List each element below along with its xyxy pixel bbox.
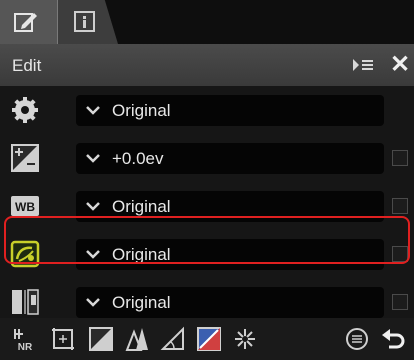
info-icon bbox=[74, 11, 95, 32]
undo-icon[interactable] bbox=[380, 326, 406, 352]
tab-info[interactable] bbox=[58, 0, 118, 44]
chevron-down-icon bbox=[86, 202, 100, 211]
close-icon[interactable]: ✕ bbox=[390, 53, 410, 77]
tone-dropdown[interactable]: Original bbox=[76, 287, 384, 318]
tab-edit[interactable] bbox=[0, 0, 58, 44]
settings-dropdown[interactable]: Original bbox=[76, 95, 384, 126]
edit-pencil-icon bbox=[14, 13, 37, 32]
expand-menu-icon[interactable] bbox=[352, 57, 374, 73]
panel-title: Edit bbox=[12, 56, 42, 75]
crop-icon[interactable] bbox=[50, 326, 76, 352]
row-settings: Original bbox=[0, 86, 414, 134]
color-booster-icon[interactable] bbox=[196, 326, 222, 352]
exposure-value: +0.0ev bbox=[112, 149, 164, 168]
settings-value: Original bbox=[112, 101, 171, 120]
straighten-icon[interactable] bbox=[160, 326, 186, 352]
tab-strip bbox=[0, 0, 414, 44]
highlight-frame bbox=[4, 216, 410, 264]
chevron-down-icon bbox=[86, 154, 100, 163]
gear-icon[interactable] bbox=[10, 95, 40, 125]
chevron-down-icon bbox=[86, 106, 100, 115]
white-balance-value: Original bbox=[112, 197, 171, 216]
bottom-toolbar: NR bbox=[0, 318, 414, 360]
chevron-down-icon bbox=[86, 298, 100, 307]
adjustment-list-icon[interactable] bbox=[344, 326, 370, 352]
tone-curve-icon[interactable] bbox=[88, 326, 114, 352]
row-exposure: +0.0ev bbox=[0, 134, 414, 182]
perspective-icon[interactable] bbox=[124, 326, 150, 352]
tone-checkbox[interactable] bbox=[392, 294, 408, 310]
retouch-brush-icon[interactable] bbox=[232, 326, 258, 352]
tone-adjust-icon[interactable] bbox=[10, 287, 40, 317]
noise-reduction-icon[interactable]: NR bbox=[12, 326, 38, 352]
exposure-compensation-icon[interactable] bbox=[10, 143, 40, 173]
tone-value: Original bbox=[112, 293, 171, 312]
white-balance-checkbox[interactable] bbox=[392, 198, 408, 214]
exposure-dropdown[interactable]: +0.0ev bbox=[76, 143, 384, 174]
panel-header: Edit ✕ bbox=[0, 44, 414, 86]
exposure-checkbox[interactable] bbox=[392, 150, 408, 166]
svg-text:WB: WB bbox=[15, 200, 35, 214]
svg-text:NR: NR bbox=[18, 342, 33, 352]
